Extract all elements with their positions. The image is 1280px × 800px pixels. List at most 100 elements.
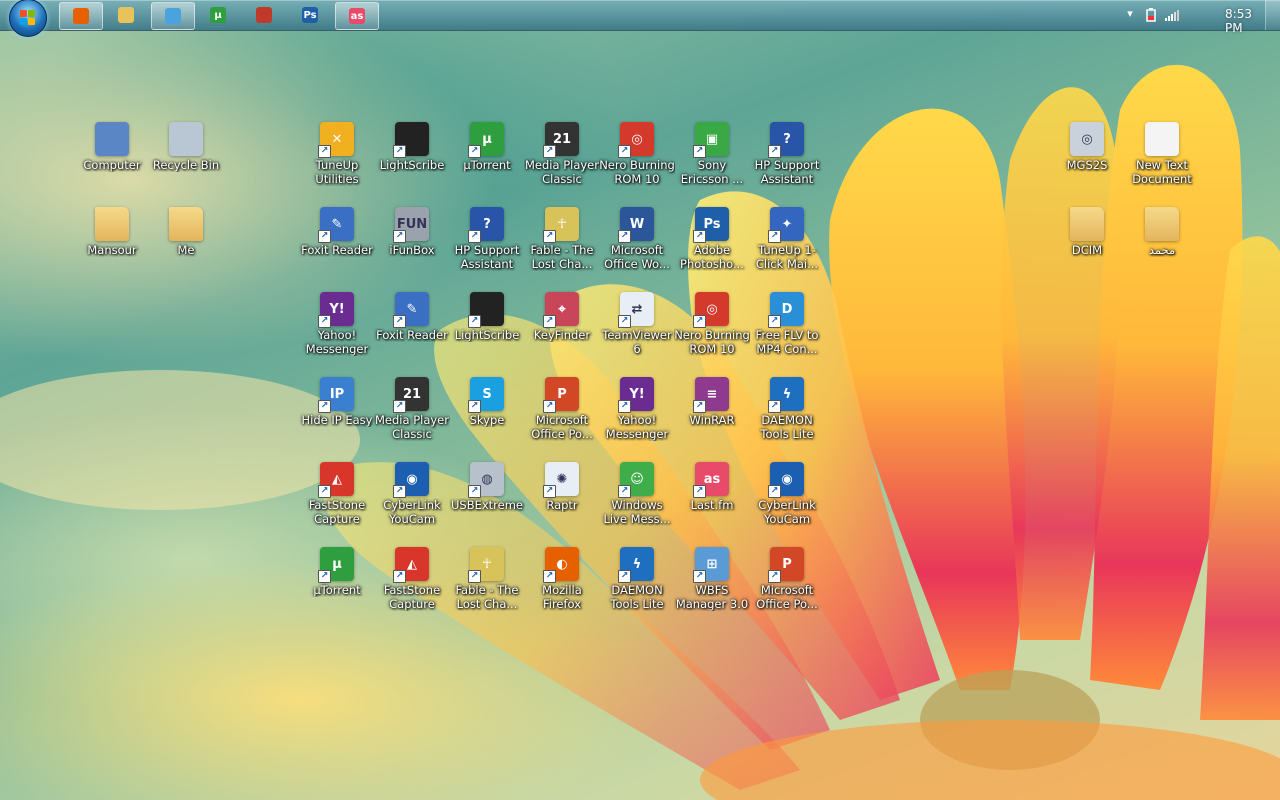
- desktop-icon[interactable]: P ↗ Microsoft Office Po...: [749, 547, 825, 611]
- desktop-icon-label: Recycle Bin: [152, 158, 220, 172]
- desktop-icon[interactable]: ◐ ↗ Mozilla Firefox: [524, 547, 600, 611]
- taskbar-button-utorrent[interactable]: µ: [197, 2, 239, 28]
- icon-glyph: ☺: [630, 471, 644, 487]
- taskbar-button-explorer[interactable]: [105, 2, 147, 28]
- icon-glyph: ϟ: [632, 556, 642, 572]
- faststone-capture-icon: ◭ ↗: [393, 547, 429, 583]
- shortcut-arrow-icon: ↗: [693, 570, 706, 583]
- desktop-icon[interactable]: محمد: [1124, 207, 1200, 257]
- desktop-icon[interactable]: D ↗ Free FLV to MP4 Con...: [749, 292, 825, 356]
- desktop-icon-label: Microsoft Office Po...: [531, 413, 593, 441]
- desktop-icon-label: Nero Burning ROM 10: [674, 328, 750, 356]
- desktop-icon[interactable]: ? ↗ HP Support Assistant: [749, 122, 825, 186]
- computer-icon: [95, 122, 129, 156]
- desktop-icon[interactable]: ☺ ↗ Windows Live Mess...: [599, 462, 675, 526]
- icon-glyph: µ: [332, 556, 342, 572]
- desktop-icon-label: Me: [177, 243, 195, 257]
- desktop-icon-label: LightScribe: [379, 158, 445, 172]
- taskbar-clock[interactable]: 8:53 PM: [1225, 7, 1252, 35]
- desktop-icon[interactable]: Y! ↗ Yahoo! Messenger: [599, 377, 675, 441]
- tuneup-icon: ✕ ↗: [318, 122, 354, 158]
- desktop-icon[interactable]: ≡ ↗ WinRAR: [674, 377, 750, 427]
- desktop-icon[interactable]: ◍ ↗ USBExtreme: [449, 462, 525, 512]
- teamviewer-icon: ⇄ ↗: [618, 292, 654, 328]
- media-player-classic-icon: 21 ↗: [543, 122, 579, 158]
- desktop-icon[interactable]: Computer: [74, 122, 150, 172]
- desktop-icon[interactable]: ☥ ↗ Fable - The Lost Cha...: [449, 547, 525, 611]
- desktop-icon[interactable]: ✦ ↗ TuneUp 1-Click Mai...: [749, 207, 825, 271]
- shortcut-arrow-icon: ↗: [543, 145, 556, 158]
- icon-glyph: ◭: [332, 471, 342, 487]
- hp-support-icon: ? ↗: [768, 122, 804, 158]
- icon-glyph: ?: [783, 131, 791, 147]
- desktop-icon[interactable]: ◭ ↗ FastStone Capture: [299, 462, 375, 526]
- desktop-icon[interactable]: ϟ ↗ DAEMON Tools Lite: [599, 547, 675, 611]
- desktop-icon[interactable]: Recycle Bin: [148, 122, 224, 172]
- start-button[interactable]: [9, 0, 47, 37]
- icon-glyph: W: [629, 216, 645, 232]
- show-desktop-button[interactable]: [1265, 0, 1280, 30]
- desktop-icon[interactable]: ◎ ↗ Nero Burning ROM 10: [599, 122, 675, 186]
- taskbar-button-photo-viewer[interactable]: [151, 2, 195, 30]
- desktop-icon[interactable]: W ↗ Microsoft Office Wo...: [599, 207, 675, 271]
- daemon-tools-icon: ϟ ↗: [618, 547, 654, 583]
- ifunbox-icon: FUN ↗: [393, 207, 429, 243]
- desktop-icon[interactable]: ⌖ ↗ KeyFinder: [524, 292, 600, 342]
- desktop-icon[interactable]: ϟ ↗ DAEMON Tools Lite: [749, 377, 825, 441]
- desktop-icon-label: DAEMON Tools Lite: [760, 413, 814, 441]
- desktop-icon[interactable]: DCIM: [1049, 207, 1125, 257]
- desktop-icon-label: Foxit Reader: [301, 243, 373, 257]
- desktop-icon[interactable]: ◉ ↗ CyberLink YouCam: [374, 462, 450, 526]
- desktop-icon[interactable]: ✺ ↗ Raptr: [524, 462, 600, 512]
- taskbar-button-firefox[interactable]: [59, 2, 103, 30]
- desktop-icon[interactable]: ✕↗TuneUp Utilities 2011: [299, 122, 375, 186]
- taskbar-button-photoshop[interactable]: Ps: [289, 2, 331, 28]
- photoshop-icon: Ps ↗: [693, 207, 729, 243]
- desktop-icon[interactable]: µ ↗ µTorrent: [449, 122, 525, 172]
- desktop-icon[interactable]: 21 ↗ Media Player Classic: [374, 377, 450, 441]
- desktop-icon[interactable]: as ↗ Last.fm: [674, 462, 750, 512]
- power-icon[interactable]: [1144, 7, 1158, 23]
- folder-icon: [1070, 207, 1104, 241]
- recycle-bin-icon: [169, 122, 203, 156]
- desktop-icon[interactable]: Ps ↗ Adobe Photosho...: [674, 207, 750, 271]
- lightscribe-icon: ↗: [393, 122, 429, 158]
- desktop-icon[interactable]: P ↗ Microsoft Office Po...: [524, 377, 600, 441]
- taskbar-button-lastfm[interactable]: as: [335, 2, 379, 30]
- desktop-icon[interactable]: ✎ ↗ Foxit Reader: [299, 207, 375, 257]
- desktop-icon[interactable]: Mansour: [74, 207, 150, 257]
- desktop-icon[interactable]: FUN ↗ iFunBox: [374, 207, 450, 257]
- desktop-icon[interactable]: ✎ ↗ Foxit Reader: [374, 292, 450, 342]
- desktop-icon[interactable]: ? ↗ HP Support Assistant: [449, 207, 525, 271]
- desktop-icon[interactable]: ⇄ ↗ TeamViewer 6: [599, 292, 675, 356]
- desktop-icon[interactable]: ↗ LightScribe: [449, 292, 525, 342]
- shortcut-arrow-icon: ↗: [768, 145, 781, 158]
- desktop-icon[interactable]: µ ↗ µTorrent: [299, 547, 375, 597]
- show-hidden-icons-chevron-icon[interactable]: ▾: [1123, 7, 1137, 23]
- icon-glyph: ✕: [331, 131, 343, 147]
- desktop-icon[interactable]: ◭ ↗ FastStone Capture: [374, 547, 450, 611]
- desktop-icon[interactable]: ◉ ↗ CyberLink YouCam: [749, 462, 825, 526]
- desktop-icon[interactable]: ☥ ↗ Fable - The Lost Cha...: [524, 207, 600, 271]
- desktop-icon[interactable]: ▣ ↗ Sony Ericsson ...: [674, 122, 750, 186]
- desktop-icon[interactable]: ◎ ↗ Nero Burning ROM 10: [674, 292, 750, 356]
- desktop-icon[interactable]: Y! ↗ Yahoo! Messenger: [299, 292, 375, 356]
- desktop-icon-label: TeamViewer 6: [602, 328, 672, 356]
- desktop-icon[interactable]: 21 ↗ Media Player Classic: [524, 122, 600, 186]
- desktop-icon[interactable]: ⊞ ↗ WBFS Manager 3.0: [674, 547, 750, 611]
- desktop-icon[interactable]: Me: [148, 207, 224, 257]
- flag-app-icon: [256, 7, 272, 23]
- taskbar-button-app-flag[interactable]: [243, 2, 285, 28]
- desktop-icon[interactable]: ↗ LightScribe: [374, 122, 450, 172]
- shortcut-arrow-icon: ↗: [618, 570, 631, 583]
- shortcut-arrow-icon: ↗: [768, 400, 781, 413]
- desktop-icon[interactable]: IP ↗ Hide IP Easy: [299, 377, 375, 427]
- photo-viewer-icon: [165, 8, 181, 24]
- shortcut-arrow-icon: ↗: [618, 230, 631, 243]
- desktop-icon[interactable]: S ↗ Skype: [449, 377, 525, 427]
- signal-icon[interactable]: [1164, 7, 1180, 23]
- desktop-icon[interactable]: New Text Document: [1124, 122, 1200, 186]
- skype-icon: S ↗: [468, 377, 504, 413]
- desktop-icon-label: CyberLink YouCam: [383, 498, 441, 526]
- desktop-icon[interactable]: ◎ MGS2S: [1049, 122, 1125, 172]
